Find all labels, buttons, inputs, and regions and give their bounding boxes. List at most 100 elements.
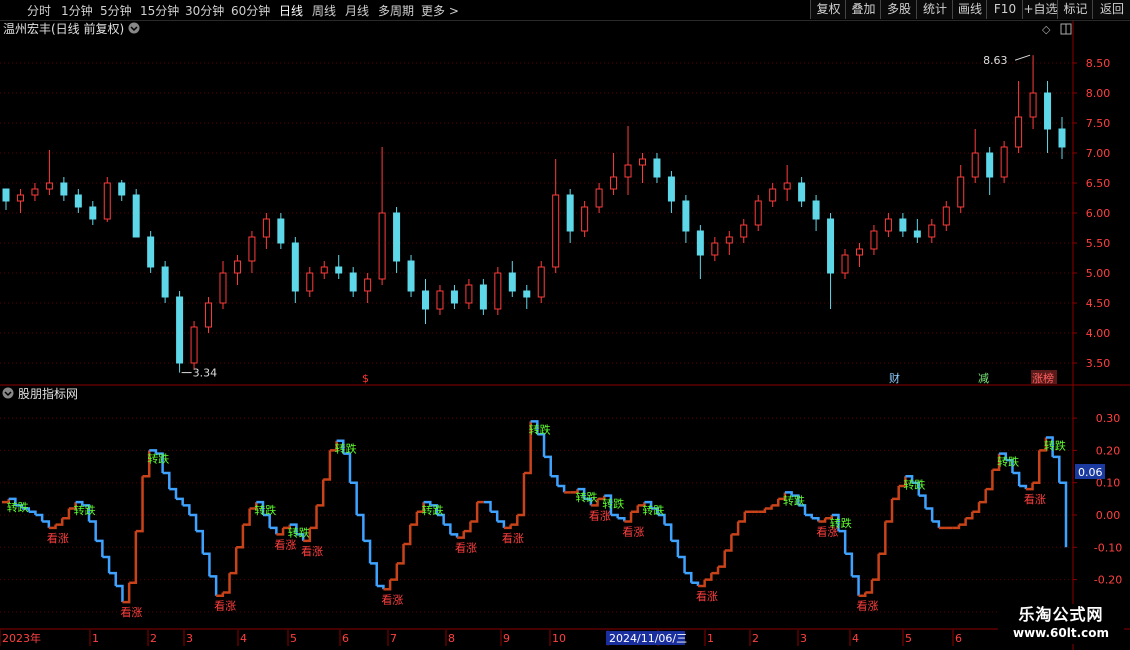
candle[interactable] xyxy=(624,126,632,195)
timeframe-2[interactable]: 5分钟 xyxy=(100,2,132,19)
candle[interactable] xyxy=(855,243,863,267)
candle[interactable] xyxy=(364,273,372,303)
candle[interactable] xyxy=(407,255,415,297)
candle[interactable] xyxy=(494,267,502,315)
candle[interactable] xyxy=(161,261,169,303)
candle[interactable] xyxy=(942,201,950,231)
toolbar-button-8[interactable]: 返回 xyxy=(1092,0,1130,19)
candle[interactable] xyxy=(31,183,39,201)
candle[interactable] xyxy=(812,195,820,231)
timeframe-5[interactable]: 60分钟 xyxy=(231,2,270,19)
toolbar-button-3[interactable]: 统计 xyxy=(916,0,953,19)
event-marker[interactable]: 减 xyxy=(978,372,989,385)
candle[interactable] xyxy=(1044,81,1052,153)
timeframe-7[interactable]: 周线 xyxy=(312,2,336,19)
main-panel-collapse-icon[interactable] xyxy=(128,22,140,34)
candle[interactable] xyxy=(349,267,357,297)
candle[interactable] xyxy=(147,231,155,273)
timeframe-8[interactable]: 月线 xyxy=(345,2,369,19)
candle[interactable] xyxy=(450,285,458,309)
candle[interactable] xyxy=(74,189,82,213)
toolbar-button-1[interactable]: 叠加 xyxy=(845,0,881,19)
candle[interactable] xyxy=(884,213,892,237)
candle[interactable] xyxy=(537,261,545,303)
candle[interactable] xyxy=(971,129,979,183)
toolbar-button-6[interactable]: +自选 xyxy=(1022,0,1058,19)
candle[interactable] xyxy=(393,207,401,273)
candle[interactable] xyxy=(45,150,53,195)
candle[interactable] xyxy=(899,213,907,237)
candle[interactable] xyxy=(479,279,487,315)
candle[interactable] xyxy=(769,183,777,207)
candle[interactable] xyxy=(60,177,68,201)
candle[interactable] xyxy=(1000,141,1008,183)
candle[interactable] xyxy=(89,201,97,225)
candle[interactable] xyxy=(205,297,213,333)
candle[interactable] xyxy=(725,231,733,255)
indicator-panel-collapse-icon[interactable] xyxy=(2,387,14,399)
candle[interactable] xyxy=(798,177,806,207)
candle[interactable] xyxy=(132,189,140,238)
timeframe-9[interactable]: 多周期 xyxy=(378,2,414,19)
toolbar-button-5[interactable]: F10 xyxy=(986,0,1023,19)
candle[interactable] xyxy=(827,213,835,309)
toolbar-button-0[interactable]: 复权 xyxy=(810,0,846,19)
candle[interactable] xyxy=(696,225,704,279)
candle[interactable] xyxy=(335,255,343,279)
candle[interactable] xyxy=(277,213,285,249)
candle[interactable] xyxy=(2,188,10,210)
candle[interactable] xyxy=(176,291,184,373)
candle[interactable] xyxy=(103,177,111,222)
candle[interactable] xyxy=(508,261,516,297)
candle[interactable] xyxy=(422,279,430,324)
candle[interactable] xyxy=(740,219,748,243)
candle[interactable] xyxy=(552,159,560,273)
settings-diamond-icon[interactable]: ◇ xyxy=(1042,23,1051,36)
candle[interactable] xyxy=(262,213,270,249)
timeframe-4[interactable]: 30分钟 xyxy=(185,2,224,19)
candle[interactable] xyxy=(638,153,646,183)
toolbar-button-7[interactable]: 标记 xyxy=(1057,0,1093,19)
toolbar-button-2[interactable]: 多股 xyxy=(880,0,917,19)
timeframe-6[interactable]: 日线 xyxy=(279,2,303,19)
candles-layer[interactable] xyxy=(2,55,1066,373)
candle[interactable] xyxy=(378,147,386,285)
indicator-layer[interactable] xyxy=(2,420,1068,604)
candle[interactable] xyxy=(682,195,690,243)
candle[interactable] xyxy=(465,279,473,309)
event-marker[interactable]: $ xyxy=(362,372,369,385)
candle[interactable] xyxy=(610,153,618,195)
candle[interactable] xyxy=(1015,81,1023,153)
candle[interactable] xyxy=(653,153,661,183)
candle[interactable] xyxy=(667,171,675,213)
timeframe-10[interactable]: 更多 > xyxy=(421,2,459,19)
candle[interactable] xyxy=(957,165,965,213)
candle[interactable] xyxy=(595,183,603,213)
candle[interactable] xyxy=(190,321,198,369)
candle[interactable] xyxy=(711,237,719,261)
candle[interactable] xyxy=(436,285,444,315)
candle[interactable] xyxy=(783,165,791,201)
candle[interactable] xyxy=(566,189,574,243)
candle[interactable] xyxy=(870,225,878,255)
timeframe-0[interactable]: 分时 xyxy=(27,2,51,19)
candle[interactable] xyxy=(928,219,936,243)
candle[interactable] xyxy=(913,219,921,243)
candle[interactable] xyxy=(16,189,24,213)
candle[interactable] xyxy=(291,237,299,303)
candle[interactable] xyxy=(248,231,256,273)
candle[interactable] xyxy=(306,267,314,297)
candle[interactable] xyxy=(523,285,531,309)
candle[interactable] xyxy=(219,261,227,309)
toolbar-button-4[interactable]: 画线 xyxy=(952,0,987,19)
timeframe-1[interactable]: 1分钟 xyxy=(61,2,93,19)
candle[interactable] xyxy=(754,195,762,231)
event-marker[interactable]: 涨榜 xyxy=(1032,371,1054,385)
candle[interactable] xyxy=(320,261,328,279)
timeframe-3[interactable]: 15分钟 xyxy=(140,2,179,19)
candle[interactable] xyxy=(581,201,589,237)
candle[interactable] xyxy=(233,255,241,285)
candle[interactable] xyxy=(118,180,126,201)
stock-chart[interactable]: 8.633.34 $ 财减涨榜转跌看涨转跌看涨转跌看涨转跌看涨转跌看涨转跌看涨转跌看… xyxy=(0,0,1130,650)
candle[interactable] xyxy=(986,147,994,195)
